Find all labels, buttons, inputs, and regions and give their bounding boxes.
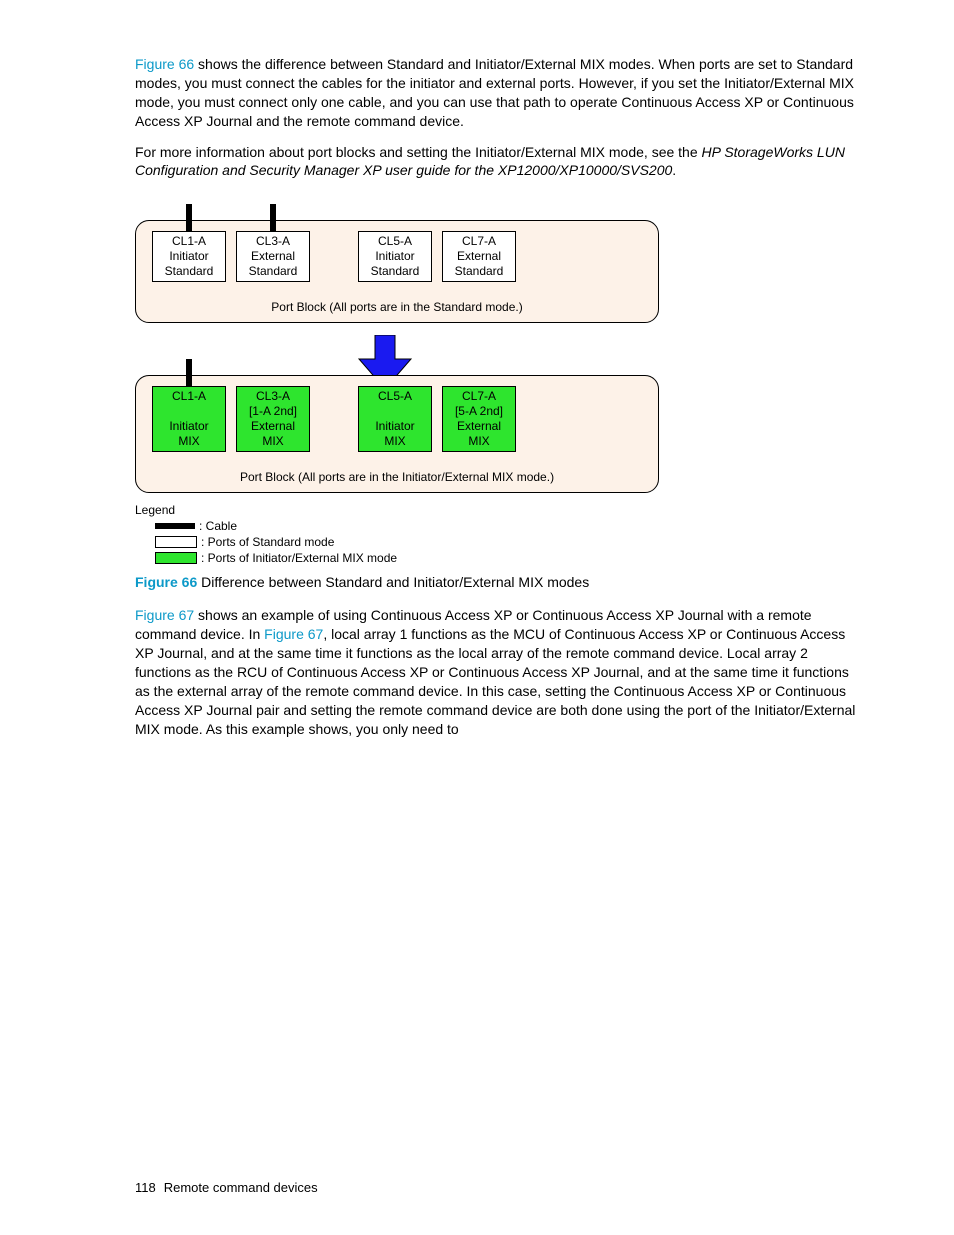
port-box-line: Standard: [239, 264, 307, 279]
port-box: CL7-AExternalStandard: [442, 231, 516, 282]
port-box-line: External: [239, 249, 307, 264]
port-box: CL3-A[1-A 2nd]ExternalMIX: [236, 386, 310, 452]
port-box-line: CL7-A: [445, 389, 513, 404]
port-box-line: External: [239, 419, 307, 434]
figure-66-text: Difference between Standard and Initiato…: [197, 574, 589, 590]
figure-66-diagram: CL1-AInitiatorStandardCL3-AExternalStand…: [135, 192, 859, 565]
legend: Legend : Cable : Ports of Standard mode : …: [135, 503, 625, 565]
top-port-block: CL1-AInitiatorStandardCL3-AExternalStand…: [135, 220, 659, 323]
port-box-line: CL7-A: [445, 234, 513, 249]
port-box: CL1-A InitiatorMIX: [152, 386, 226, 452]
port-box-line: Standard: [445, 264, 513, 279]
port-box-line: [361, 404, 429, 419]
port-box: CL1-AInitiatorStandard: [152, 231, 226, 282]
legend-item: : Ports of Initiator/External MIX mode: [155, 551, 625, 565]
port-box: CL7-A[5-A 2nd]ExternalMIX: [442, 386, 516, 452]
legend-label: : Ports of Initiator/External MIX mode: [201, 551, 397, 565]
port-box-line: MIX: [239, 434, 307, 449]
port-box-line: MIX: [155, 434, 223, 449]
paragraph-3: Figure 67 shows an example of using Cont…: [135, 606, 859, 738]
legend-item: : Ports of Standard mode: [155, 535, 625, 549]
paragraph-2: For more information about port blocks a…: [135, 143, 859, 181]
paragraph-1: Figure 66 shows the difference between S…: [135, 55, 859, 131]
para1-text: shows the difference between Standard an…: [135, 56, 854, 129]
top-block-caption: Port Block (All ports are in the Standar…: [152, 300, 642, 314]
port-box-line: [1-A 2nd]: [239, 404, 307, 419]
figure-66-label: Figure 66: [135, 574, 197, 590]
legend-swatch-icon: [155, 552, 197, 564]
port-box-line: CL3-A: [239, 389, 307, 404]
para3-t2: , local array 1 functions as the MCU of …: [135, 626, 855, 736]
port-box-line: External: [445, 419, 513, 434]
port-box-line: Standard: [361, 264, 429, 279]
legend-swatch-icon: [155, 536, 197, 548]
port-box-line: Initiator: [361, 249, 429, 264]
port-box-line: CL5-A: [361, 389, 429, 404]
figure-67-link-1[interactable]: Figure 67: [135, 607, 194, 623]
bottom-block-caption: Port Block (All ports are in the Initiat…: [152, 470, 642, 484]
port-box-line: [155, 404, 223, 419]
page-footer: 118 Remote command devices: [135, 1180, 318, 1195]
port-box: CL5-A InitiatorMIX: [358, 386, 432, 452]
para2-lead: For more information about port blocks a…: [135, 144, 702, 160]
port-box-line: CL3-A: [239, 234, 307, 249]
port-box-line: CL5-A: [361, 234, 429, 249]
figure-67-link-2[interactable]: Figure 67: [264, 626, 323, 642]
port-box-line: MIX: [445, 434, 513, 449]
port-box-line: Initiator: [155, 419, 223, 434]
legend-label: : Ports of Standard mode: [201, 535, 334, 549]
port-box-line: MIX: [361, 434, 429, 449]
figure-66-caption: Figure 66 Difference between Standard an…: [135, 573, 859, 592]
section-title: Remote command devices: [164, 1180, 318, 1195]
cable-icon: [186, 359, 192, 387]
port-box-line: CL1-A: [155, 234, 223, 249]
legend-swatch-icon: [155, 523, 195, 529]
legend-item: : Cable: [155, 519, 625, 533]
page-number: 118: [135, 1180, 156, 1195]
figure-66-link[interactable]: Figure 66: [135, 56, 194, 72]
port-box-line: Initiator: [155, 249, 223, 264]
bottom-port-block: CL1-A InitiatorMIXCL3-A[1-A 2nd]External…: [135, 375, 659, 493]
port-box-line: External: [445, 249, 513, 264]
port-box-line: CL1-A: [155, 389, 223, 404]
port-box-line: Initiator: [361, 419, 429, 434]
port-box-line: Standard: [155, 264, 223, 279]
para2-tail: .: [672, 162, 676, 178]
port-box: CL3-AExternalStandard: [236, 231, 310, 282]
cable-icon: [186, 204, 192, 232]
port-box-line: [5-A 2nd]: [445, 404, 513, 419]
legend-title: Legend: [135, 503, 625, 517]
legend-label: : Cable: [199, 519, 237, 533]
cable-icon: [270, 204, 276, 232]
port-box: CL5-AInitiatorStandard: [358, 231, 432, 282]
